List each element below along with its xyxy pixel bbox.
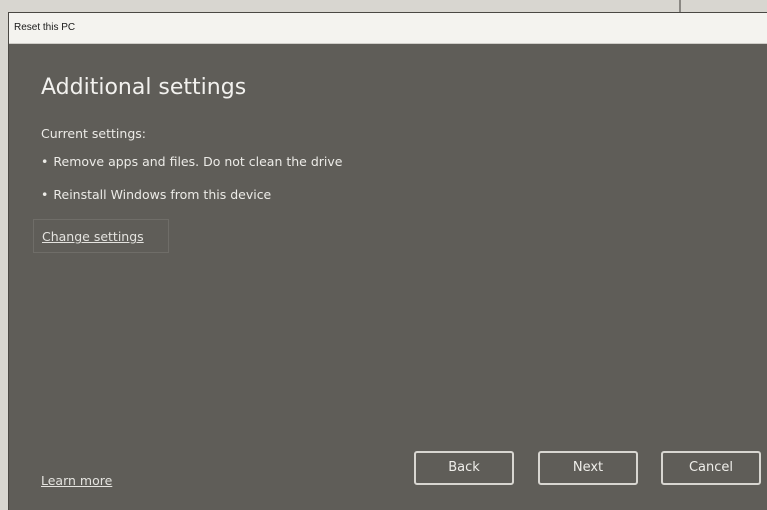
- learn-more-link[interactable]: Learn more: [41, 473, 112, 488]
- bullet: •: [41, 154, 49, 169]
- reset-pc-dialog: Reset this PC Additional settings Curren…: [8, 12, 767, 510]
- title-bar: Reset this PC: [9, 13, 767, 44]
- setting-item-remove-apps: • Remove apps and files. Do not clean the…: [41, 154, 342, 169]
- setting-item-text: Reinstall Windows from this device: [53, 187, 272, 202]
- next-button[interactable]: Next: [538, 451, 638, 485]
- change-settings-link[interactable]: Change settings: [33, 219, 169, 253]
- cancel-button[interactable]: Cancel: [661, 451, 761, 485]
- back-button[interactable]: Back: [414, 451, 514, 485]
- change-settings-label[interactable]: Change settings: [42, 229, 144, 244]
- page-title: Additional settings: [41, 75, 247, 100]
- bullet: •: [41, 187, 49, 202]
- current-settings-label: Current settings:: [41, 126, 146, 141]
- setting-item-text: Remove apps and files. Do not clean the …: [53, 154, 343, 169]
- background-divider: [679, 0, 681, 12]
- window-title: Reset this PC: [14, 22, 76, 33]
- setting-item-reinstall: • Reinstall Windows from this device: [41, 187, 271, 202]
